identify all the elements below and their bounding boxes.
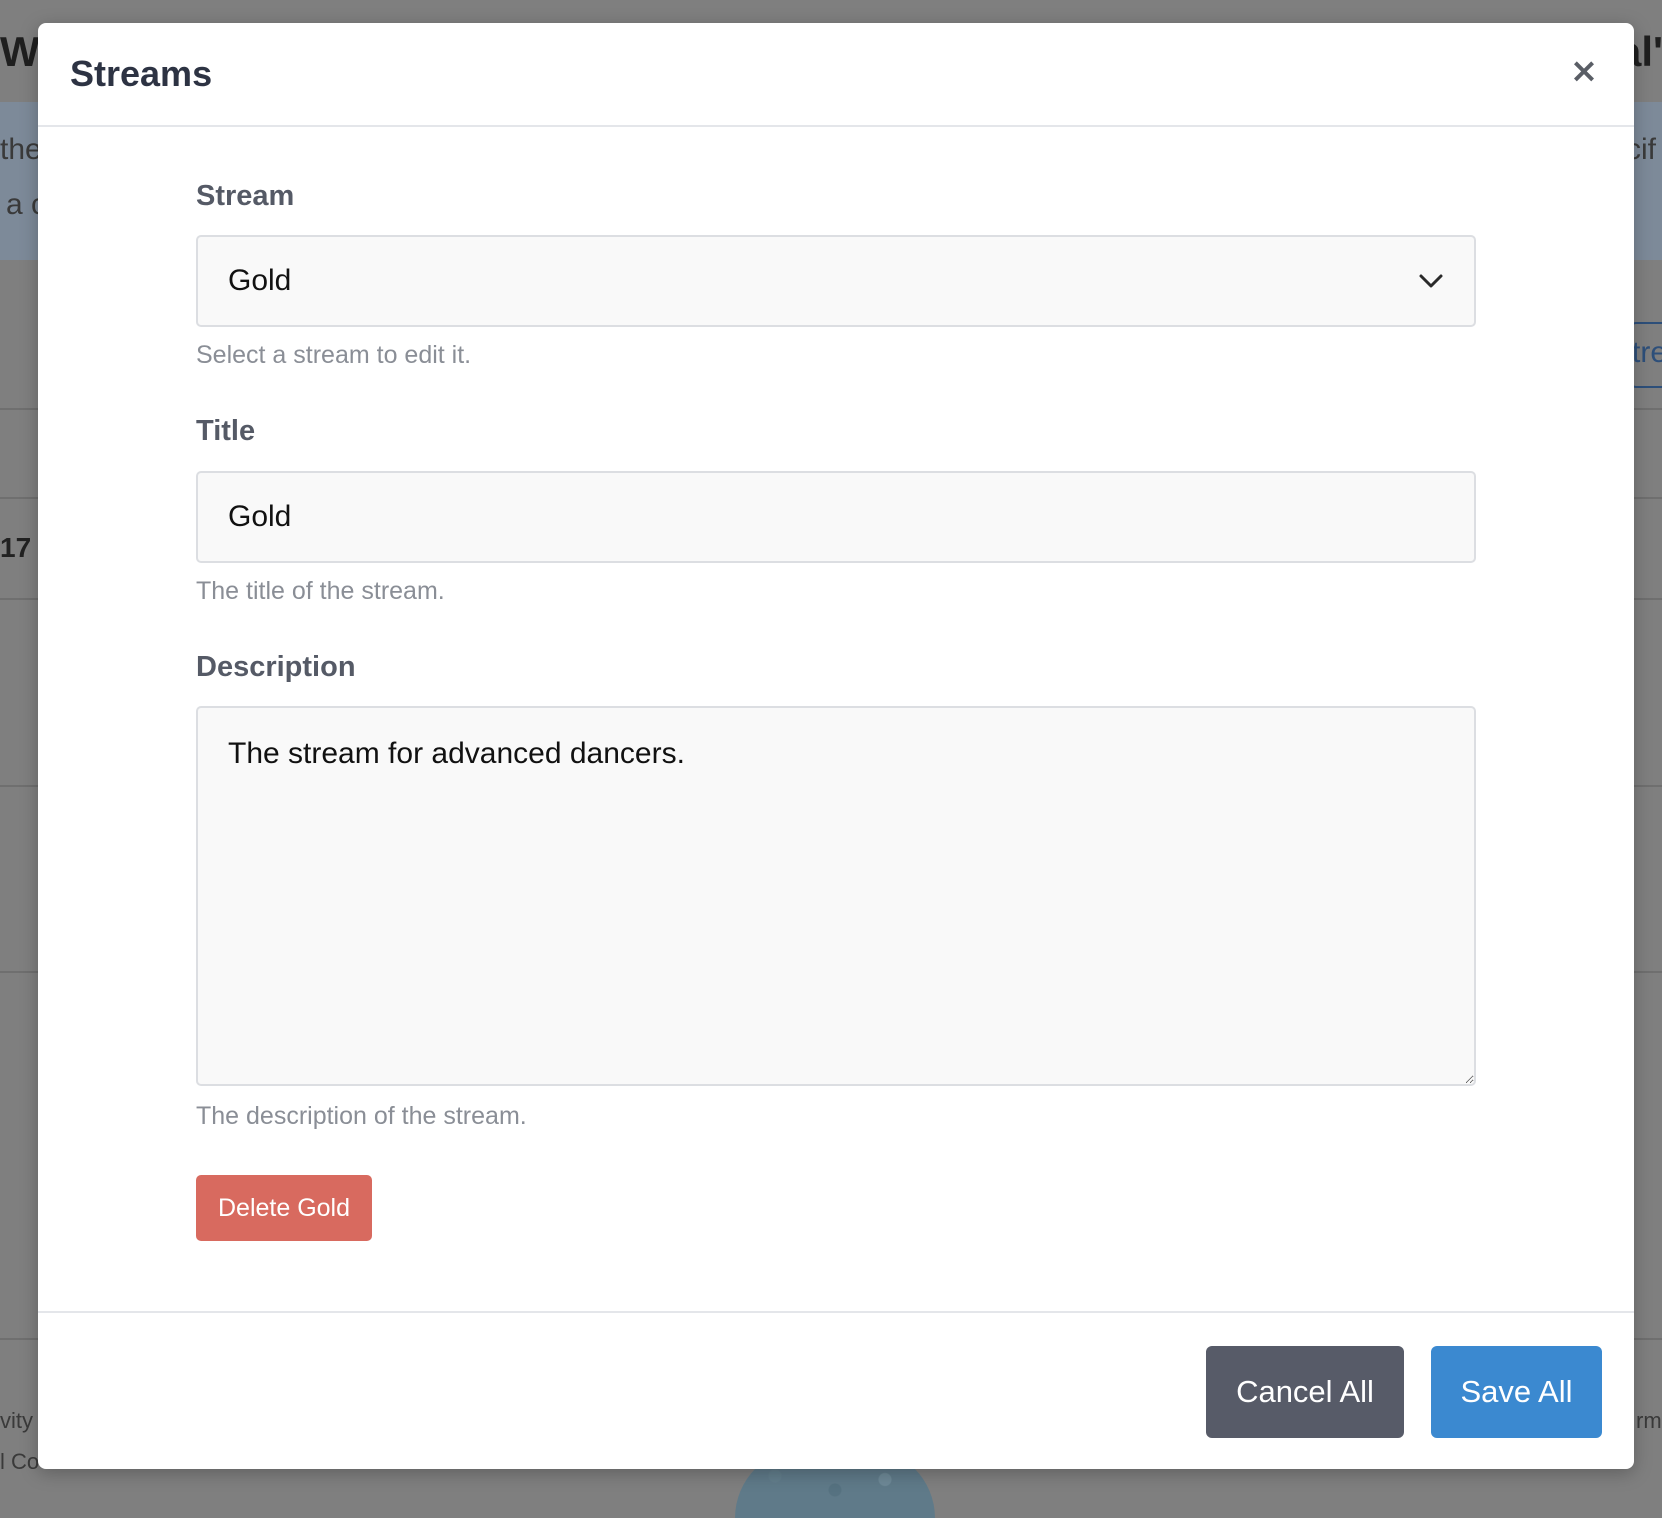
modal-header: Streams × <box>38 23 1634 127</box>
close-icon: × <box>1569 51 1599 91</box>
delete-stream-button[interactable]: Delete Gold <box>196 1175 373 1241</box>
save-all-button[interactable]: Save All <box>1431 1346 1602 1438</box>
stream-select-value: Gold <box>228 264 292 297</box>
description-textarea[interactable]: The stream for advanced dancers. <box>196 706 1476 1086</box>
background-footer-fragment: rm <box>1636 1408 1662 1433</box>
description-help-text: The description of the stream. <box>196 1102 527 1130</box>
modal-title: Streams <box>70 53 213 94</box>
background-button-fragment: tre <box>1632 336 1662 369</box>
chevron-down-icon <box>1419 274 1443 288</box>
title-input[interactable] <box>196 471 1476 563</box>
stream-help-text: Select a stream to edit it. <box>196 341 472 369</box>
cancel-all-button[interactable]: Cancel All <box>1206 1346 1404 1438</box>
stream-select[interactable]: Gold <box>196 235 1476 327</box>
close-button[interactable]: × <box>1564 51 1604 91</box>
background-text-fragment: the <box>0 133 42 166</box>
description-label: Description <box>196 651 356 683</box>
title-help-text: The title of the stream. <box>196 577 445 605</box>
background-footer-fragment: l Co <box>0 1449 40 1474</box>
streams-modal: Streams × Stream Gold Select a stream to… <box>38 23 1634 1469</box>
background-text-fragment: 17 <box>0 532 32 563</box>
stream-label: Stream <box>196 180 295 212</box>
modal-footer-divider <box>38 1311 1634 1313</box>
title-label: Title <box>196 415 256 447</box>
background-footer-fragment: vity <box>0 1408 33 1433</box>
